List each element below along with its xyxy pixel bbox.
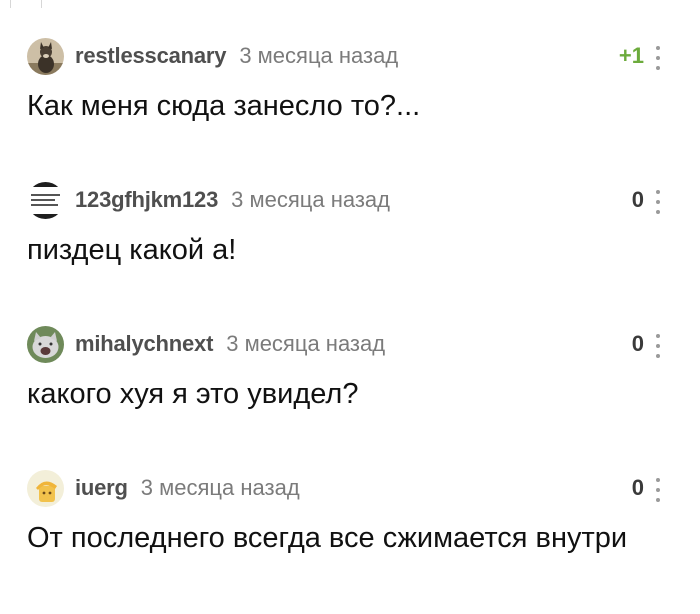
more-options-icon[interactable] [651, 190, 665, 214]
thread-line [41, 0, 42, 8]
comment-meta: 123gfhjkm123 3 месяца назад [75, 187, 390, 215]
rating-score: 0 [631, 187, 644, 212]
comment-text: Как меня сюда занесло то?... [27, 90, 421, 122]
comment-meta: restlesscanary 3 месяца назад [75, 43, 398, 71]
username[interactable]: mihalychnext [75, 331, 213, 357]
comment: 123gfhjkm123 3 месяца назад 0 пиздец как… [0, 182, 700, 326]
rating-score: +1 [618, 43, 644, 68]
comment-meta: iuerg 3 месяца назад [75, 475, 300, 503]
more-options-icon[interactable] [651, 478, 665, 502]
text-screenshot-avatar-icon[interactable] [27, 182, 64, 219]
more-options-icon[interactable] [651, 334, 665, 358]
timestamp[interactable]: 3 месяца назад [226, 331, 385, 357]
timestamp[interactable]: 3 месяца назад [141, 475, 300, 501]
comment-text: пиздец какой а! [27, 234, 237, 266]
cartoon-avatar-icon[interactable] [27, 470, 64, 507]
username[interactable]: restlesscanary [75, 43, 227, 69]
more-options-icon[interactable] [651, 46, 665, 70]
rating-score: 0 [631, 475, 644, 500]
comment-meta: mihalychnext 3 месяца назад [75, 331, 385, 359]
username[interactable]: 123gfhjkm123 [75, 187, 218, 213]
comment: iuerg 3 месяца назад 0 От последнего все… [0, 470, 700, 614]
comment: mihalychnext 3 месяца назад 0 какого хуя… [0, 326, 700, 470]
username[interactable]: iuerg [75, 475, 128, 501]
cat-avatar-icon[interactable] [27, 326, 64, 363]
comment-text: какого хуя я это увидел? [27, 378, 359, 410]
timestamp[interactable]: 3 месяца назад [239, 43, 398, 69]
thread-line [10, 0, 11, 8]
dog-avatar-icon[interactable] [27, 38, 64, 75]
thread-lines [0, 0, 700, 10]
comment-text: От последнего всегда все сжимается внутр… [27, 522, 628, 554]
timestamp[interactable]: 3 месяца назад [231, 187, 390, 213]
comment: restlesscanary 3 месяца назад +1 Как мен… [0, 38, 700, 182]
rating-score: 0 [631, 331, 644, 356]
